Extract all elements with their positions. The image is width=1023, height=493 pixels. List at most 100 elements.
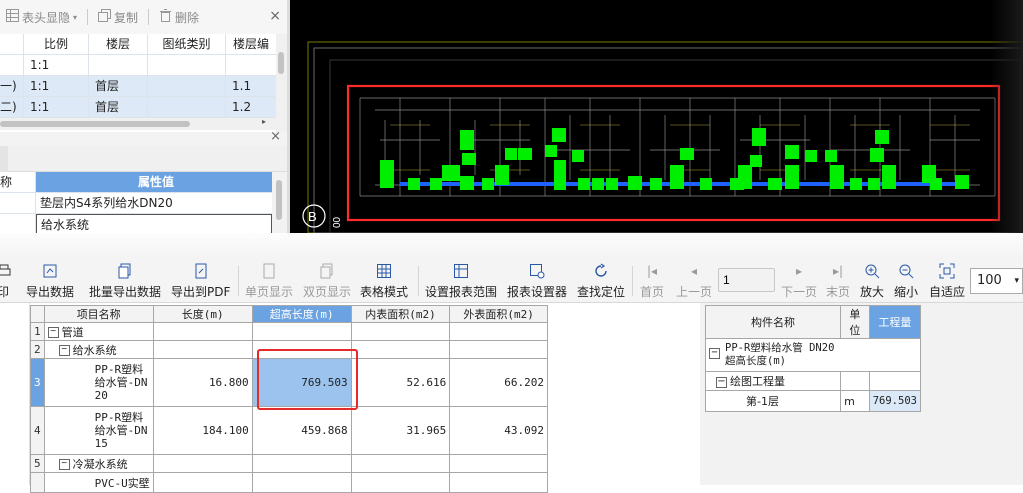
column-header[interactable]: 楼层 <box>89 34 148 54</box>
locate-button[interactable]: 查找定位 <box>577 262 625 300</box>
row-number[interactable]: 2 <box>30 340 45 359</box>
row-number[interactable] <box>30 472 45 493</box>
table-cell[interactable] <box>251 454 352 473</box>
table-cell[interactable]: 52.616 <box>350 358 451 407</box>
table-cell[interactable] <box>152 454 253 473</box>
last-page-button[interactable]: ▸| 末页 <box>826 262 850 300</box>
scrollbar-thumb[interactable] <box>0 121 190 127</box>
set-report-range-button[interactable]: 设置报表范围 <box>425 262 497 300</box>
next-page-button[interactable]: ▸ 下一页 <box>781 262 817 300</box>
cad-viewport[interactable]: B 00 <box>290 0 1023 233</box>
quantity-cell[interactable]: 769.503 <box>868 390 922 412</box>
fit-button[interactable]: 自适应 <box>929 262 965 300</box>
column-header[interactable]: 长度(m) <box>152 305 253 323</box>
table-cell[interactable]: PVC-U实壁 <box>43 472 154 493</box>
column-header[interactable]: 外表面积(m2) <box>449 305 548 323</box>
row-number[interactable]: 1 <box>30 322 45 341</box>
table-cell[interactable] <box>350 322 451 341</box>
zoom-out-button[interactable]: 缩小 <box>894 262 918 300</box>
column-header[interactable]: 项目名称 <box>43 305 154 323</box>
collapse-toggle-icon[interactable]: − <box>58 345 70 357</box>
table-cell[interactable]: 31.965 <box>350 406 451 455</box>
double-page-button[interactable]: 双页显示 <box>303 262 351 300</box>
export-data-button[interactable]: 导出数据 <box>26 262 74 300</box>
close-icon[interactable]: × <box>269 8 281 24</box>
table-cell[interactable]: − 管道 <box>43 322 154 341</box>
table-mode-button[interactable]: 表格模式 <box>360 262 408 300</box>
vertical-scrollbar[interactable] <box>276 34 287 132</box>
header-toggle-button[interactable]: 表头显隐 ▾ <box>0 9 83 26</box>
export-pdf-button[interactable]: 导出到PDF <box>171 262 230 300</box>
column-header[interactable]: 比例 <box>24 34 89 54</box>
table-row[interactable]: 垫层内S4系列给水DN20 <box>0 193 272 214</box>
table-row[interactable]: 一) 1:1 首层 1.1 <box>0 76 276 97</box>
prev-page-button[interactable]: ◂ 上一页 <box>676 262 712 300</box>
table-cell[interactable] <box>449 454 548 473</box>
copy-button[interactable]: 复制 <box>92 9 144 26</box>
table-cell[interactable] <box>152 322 253 341</box>
table-row[interactable]: 二) 1:1 首层 1.2 <box>0 97 276 118</box>
table-cell[interactable] <box>350 340 451 359</box>
table-cell[interactable] <box>152 340 253 359</box>
table-cell[interactable] <box>449 340 548 359</box>
table-cell[interactable]: 459.868 <box>251 406 352 455</box>
table-cell[interactable] <box>350 454 451 473</box>
row-number[interactable]: 4 <box>30 406 45 455</box>
page-number-input[interactable] <box>718 268 775 292</box>
row-number[interactable]: 3 <box>30 358 45 407</box>
table-row[interactable]: 给水系统 <box>0 214 272 235</box>
table-cell[interactable]: 43.092 <box>449 406 548 455</box>
property-value[interactable]: 垫层内S4系列给水DN20 <box>36 193 272 213</box>
table-cell[interactable] <box>868 371 922 391</box>
table-cell[interactable]: 第-1层 <box>704 390 842 412</box>
collapse-toggle-icon[interactable]: − <box>716 376 727 388</box>
scrollbar-thumb[interactable] <box>276 180 282 220</box>
batch-export-button[interactable]: 批量导出数据 <box>89 262 161 300</box>
property-value-field[interactable]: 给水系统 <box>36 214 272 234</box>
table-cell[interactable]: 184.100 <box>152 406 253 455</box>
table-cell[interactable]: PP-R塑料 给水管-DN 20 <box>43 358 154 407</box>
collapse-toggle-icon[interactable]: − <box>709 348 720 359</box>
zoom-select[interactable]: 100 ▾ <box>970 268 1023 294</box>
print-button[interactable]: 印 <box>0 262 12 300</box>
column-header[interactable]: 超高长度(m) <box>251 305 352 323</box>
tab-properties[interactable] <box>0 146 8 172</box>
first-page-button[interactable]: |◂ 首页 <box>640 262 664 300</box>
column-header[interactable]: 单位 <box>840 305 870 339</box>
table-row[interactable]: − PP-R塑料给水管 DN20 超高长度(m) <box>705 338 921 372</box>
table-cell[interactable]: PP-R塑料 给水管-DN 15 <box>43 406 154 455</box>
column-header[interactable]: 内表面积(m2) <box>350 305 451 323</box>
table-row[interactable]: 1 − 管道 <box>30 322 548 341</box>
table-row[interactable]: − 绘图工程量 <box>704 371 922 391</box>
detail-title-cell[interactable]: − PP-R塑料给水管 DN20 超高长度(m) <box>705 338 921 372</box>
column-header[interactable] <box>0 34 24 54</box>
table-cell[interactable] <box>350 472 451 493</box>
column-header[interactable]: 构件名称 <box>704 305 842 339</box>
column-header[interactable]: 工程量 <box>868 305 922 339</box>
table-cell[interactable]: 16.800 <box>152 358 253 407</box>
row-number[interactable]: 5 <box>30 454 45 473</box>
delete-button[interactable]: 删除 <box>153 9 205 26</box>
table-cell[interactable] <box>152 472 253 493</box>
report-settings-button[interactable]: 报表设置器 <box>507 262 567 300</box>
table-cell[interactable] <box>251 472 352 493</box>
table-cell[interactable]: 66.202 <box>449 358 548 407</box>
table-cell[interactable]: − 给水系统 <box>43 340 154 359</box>
table-cell[interactable] <box>840 371 870 391</box>
scrollbar-thumb[interactable] <box>278 52 284 74</box>
table-row[interactable]: 5 − 冷凝水系统 <box>30 454 548 473</box>
column-header[interactable]: 楼层编 <box>226 34 276 54</box>
collapse-toggle-icon[interactable]: − <box>58 459 70 471</box>
table-cell[interactable] <box>251 322 352 341</box>
single-page-button[interactable]: 单页显示 <box>245 262 293 300</box>
table-cell[interactable] <box>449 322 548 341</box>
table-row[interactable]: 4 PP-R塑料 给水管-DN 15 184.100 459.868 31.96… <box>30 406 548 455</box>
scroll-right-icon[interactable]: ▸ <box>262 117 266 126</box>
table-cell[interactable] <box>449 472 548 493</box>
collapse-toggle-icon[interactable]: − <box>47 327 59 339</box>
table-row[interactable]: PVC-U实壁 <box>30 472 548 493</box>
table-cell[interactable]: m <box>840 390 870 412</box>
close-icon[interactable]: × <box>270 129 281 144</box>
table-row[interactable]: 第-1层 m 769.503 <box>704 390 922 412</box>
column-header[interactable]: 图纸类别 <box>148 34 226 54</box>
